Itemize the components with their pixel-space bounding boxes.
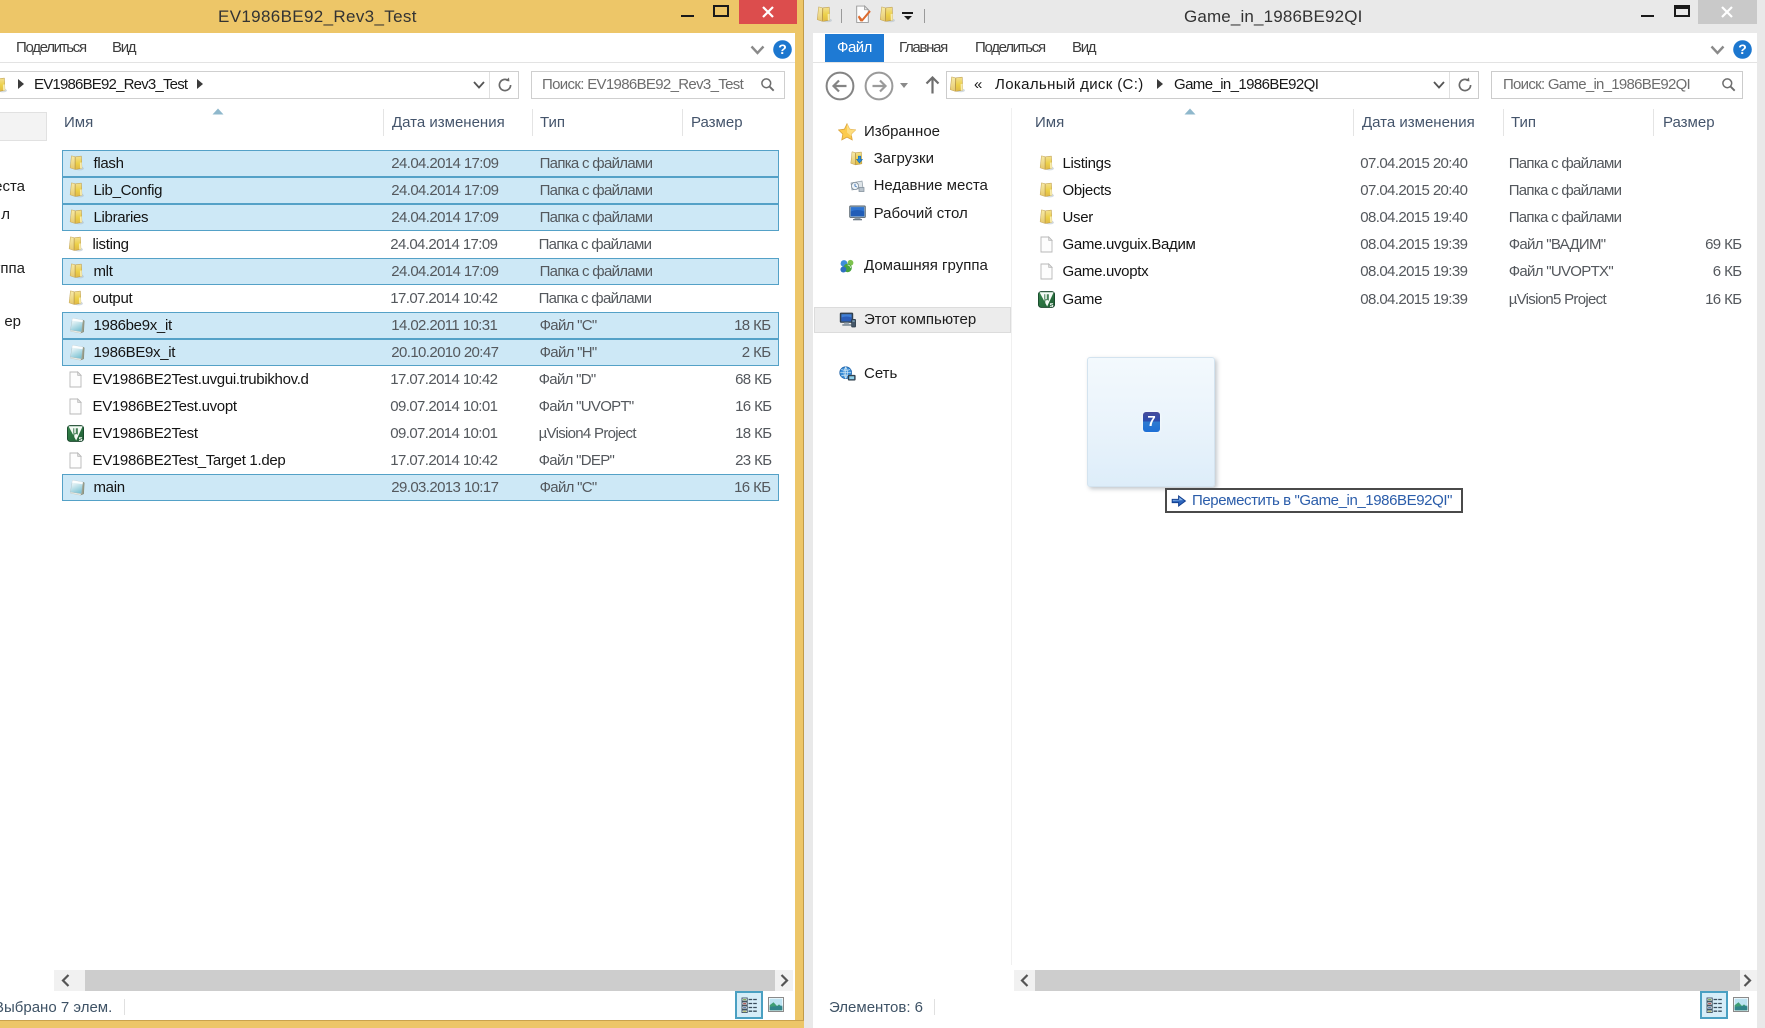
svg-text:?: ? (1738, 41, 1747, 57)
svg-text:?: ? (778, 41, 787, 57)
